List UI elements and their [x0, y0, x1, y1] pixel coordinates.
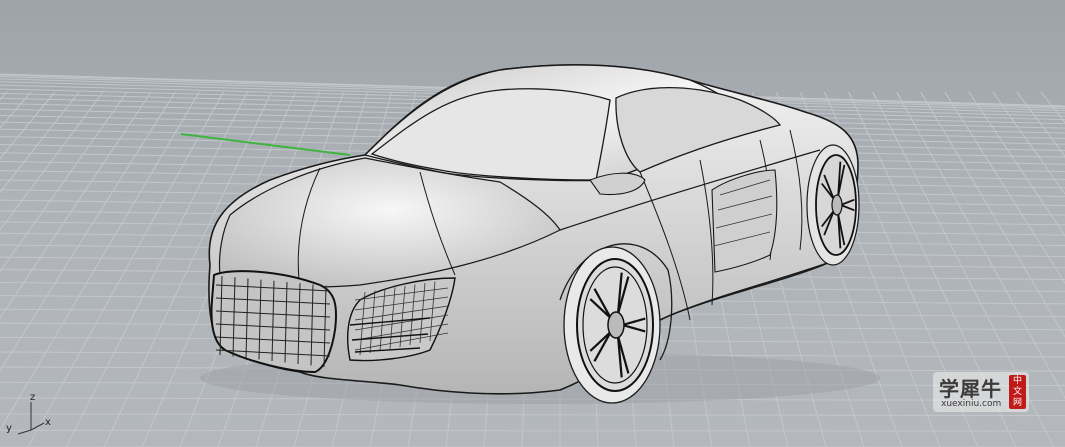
front-wheel[interactable]	[563, 246, 661, 404]
axis-triad-icon	[17, 402, 45, 435]
badge-char-3: 网	[1012, 398, 1022, 408]
car-model[interactable]	[0, 0, 1065, 447]
x-axis-label: x	[45, 417, 51, 428]
axis-widget: z x y	[6, 390, 66, 440]
z-axis-label: z	[30, 392, 36, 403]
y-axis-label: y	[6, 423, 12, 434]
watermark-badge: 中 文 网	[1009, 375, 1026, 409]
perspective-viewport[interactable]: z x y 学犀牛 xuexiniu.com 中 文 网	[0, 0, 1065, 447]
watermark-logo: 学犀牛 xuexiniu.com 中 文 网	[933, 372, 1029, 412]
badge-char-2: 文	[1012, 387, 1022, 397]
badge-char-1: 中	[1012, 376, 1022, 386]
front-grille[interactable]	[210, 270, 338, 374]
watermark-url: xuexiniu.com	[941, 399, 1002, 409]
watermark-main-text: 学犀牛	[939, 377, 1002, 401]
rear-wheel[interactable]	[806, 144, 860, 266]
